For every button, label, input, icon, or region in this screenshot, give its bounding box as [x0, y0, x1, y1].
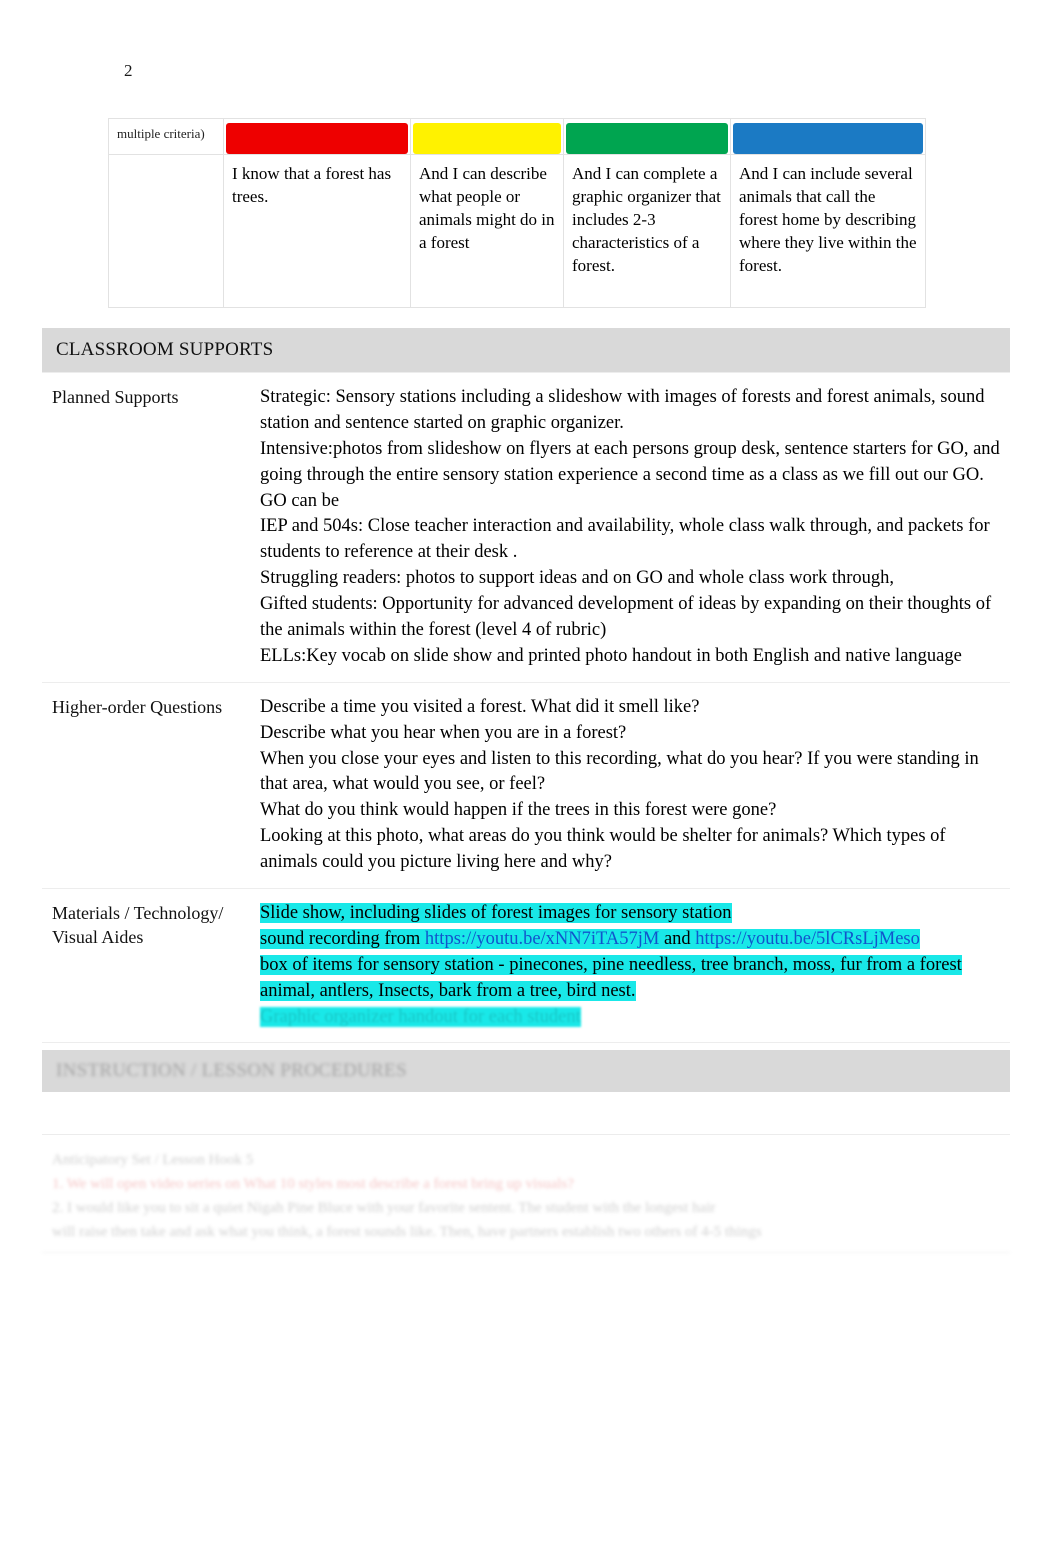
- question-line-1: Describe a time you visited a forest. Wh…: [260, 696, 700, 717]
- instruction-body-line-1: Anticipatory Set / Lesson Hook 5: [52, 1152, 254, 1168]
- rubric-table: multiple criteria) I know that a forest …: [108, 118, 926, 308]
- planned-supports-label: Planned Supports: [52, 387, 179, 407]
- question-line-3: When you close your eyes and listen to t…: [260, 748, 979, 795]
- table-row-materials: Materials / Technology/ Visual Aides Sli…: [42, 888, 1010, 1044]
- planned-supports-label-cell: Planned Supports: [42, 372, 252, 683]
- materials-line-2-prefix: sound recording from: [260, 928, 425, 949]
- planned-supports-line-2: Intensive:photos from slideshow on flyer…: [260, 438, 1000, 511]
- materials-line-1-text: Slide show, including slides of forest i…: [260, 903, 732, 924]
- higher-order-questions-label: Higher-order Questions: [52, 696, 223, 717]
- planned-supports-line-3: IEP and 504s: Close teacher interaction …: [260, 516, 990, 563]
- planned-supports-line-4: Struggling readers: photos to support id…: [260, 568, 895, 589]
- instruction-section-blank-row: [42, 1092, 1010, 1135]
- rubric-level-1-text: I know that a forest has trees.: [232, 164, 392, 206]
- yellow-level-bar: [413, 123, 561, 154]
- materials-body: Slide show, including slides of forest i…: [252, 889, 1010, 1042]
- planned-supports-body-cell: Strategic: Sensory stations including a …: [252, 372, 1010, 683]
- rubric-level-4-text: And I can include several animals that c…: [739, 164, 917, 275]
- instruction-body-line-3: 2. I would like you to sit a quiet Nigah…: [52, 1200, 716, 1216]
- rubric-level-2-cell: And I can describe what people or animal…: [410, 154, 564, 308]
- classroom-supports-section: CLASSROOM SUPPORTS Planned Supports Stra…: [42, 328, 1010, 1044]
- instruction-section-header: INSTRUCTION / LESSON PROCEDURES: [42, 1050, 1010, 1092]
- materials-body-cell: Slide show, including slides of forest i…: [252, 888, 1010, 1044]
- higher-order-questions-body: Describe a time you visited a forest. Wh…: [252, 683, 1010, 888]
- instruction-section-title: INSTRUCTION / LESSON PROCEDURES: [56, 1060, 407, 1081]
- materials-line-4-obscured-text: Graphic organizer handout for each stude…: [260, 1006, 581, 1027]
- rubric-level-3-text: And I can complete a graphic organizer t…: [572, 164, 721, 275]
- rubric-criteria-cell: multiple criteria): [108, 118, 224, 155]
- table-row-planned-supports: Planned Supports Strategic: Sensory stat…: [42, 372, 1010, 683]
- rubric-level-2-bar-cell: [410, 118, 564, 155]
- youtube-link-2[interactable]: https://youtu.be/5lCRsLjMeso: [695, 929, 920, 949]
- youtube-link-1[interactable]: https://youtu.be/xNN7iTA57jM: [425, 929, 659, 949]
- rubric-level-4-bar-cell: [730, 118, 926, 155]
- rubric-level-3-cell: And I can complete a graphic organizer t…: [563, 154, 731, 308]
- rubric-level-1-cell: I know that a forest has trees.: [223, 154, 411, 308]
- materials-line-4: Graphic organizer handout for each stude…: [260, 1005, 1002, 1031]
- planned-supports-line-5: Gifted students: Opportunity for advance…: [260, 594, 992, 641]
- materials-line-2-middle: and: [659, 928, 696, 949]
- rubric-bar-row: multiple criteria): [108, 118, 926, 155]
- planned-supports-line-1: Strategic: Sensory stations including a …: [260, 387, 985, 433]
- materials-line-3-text: box of items for sensory station - pinec…: [260, 954, 962, 1001]
- materials-label: Materials / Technology/ Visual Aides: [52, 903, 224, 948]
- rubric-criteria-label: multiple criteria): [117, 126, 205, 141]
- classroom-supports-header: CLASSROOM SUPPORTS: [42, 328, 1010, 372]
- materials-line-2: sound recording from https://youtu.be/xN…: [260, 927, 1002, 953]
- rubric-level-1-bar-cell: [223, 118, 411, 155]
- planned-supports-body: Strategic: Sensory stations including a …: [252, 373, 1010, 682]
- table-row-higher-order-questions: Higher-order Questions Describe a time y…: [42, 681, 1010, 890]
- planned-supports-line-6: ELLs:Key vocab on slide show and printed…: [260, 645, 962, 666]
- rubric-empty-cell: [108, 154, 224, 308]
- rubric-descriptor-row: I know that a forest has trees. And I ca…: [108, 154, 926, 308]
- rubric-level-4-cell: And I can include several animals that c…: [730, 154, 926, 308]
- red-level-bar: [226, 123, 408, 154]
- instruction-body-line-2: 1. We will open video series on What 10 …: [52, 1176, 574, 1192]
- question-line-2: Describe what you hear when you are in a…: [260, 722, 627, 743]
- instruction-body-line-4: will raise then take and ask what you th…: [52, 1224, 762, 1240]
- rubric-level-3-bar-cell: [563, 118, 731, 155]
- document-page: 2 multiple criteria) I know that a fores…: [0, 0, 1062, 1556]
- rubric-level-2-text: And I can describe what people or animal…: [419, 164, 555, 252]
- question-line-4: What do you think would happen if the tr…: [260, 800, 777, 821]
- question-line-5: Looking at this photo, what areas do you…: [260, 826, 946, 873]
- materials-label-cell: Materials / Technology/ Visual Aides: [42, 888, 252, 1044]
- higher-order-questions-label-cell: Higher-order Questions: [42, 681, 252, 890]
- materials-line-3: box of items for sensory station - pinec…: [260, 953, 1002, 1005]
- page-number: 2: [124, 61, 133, 80]
- blue-level-bar: [733, 123, 923, 154]
- higher-order-questions-body-cell: Describe a time you visited a forest. Wh…: [252, 681, 1010, 890]
- classroom-supports-title: CLASSROOM SUPPORTS: [56, 339, 274, 360]
- classroom-supports-table: Planned Supports Strategic: Sensory stat…: [42, 372, 1010, 1044]
- green-level-bar: [566, 123, 728, 154]
- materials-line-1: Slide show, including slides of forest i…: [260, 901, 1002, 927]
- instruction-section-body: Anticipatory Set / Lesson Hook 5 1. We w…: [42, 1140, 1010, 1253]
